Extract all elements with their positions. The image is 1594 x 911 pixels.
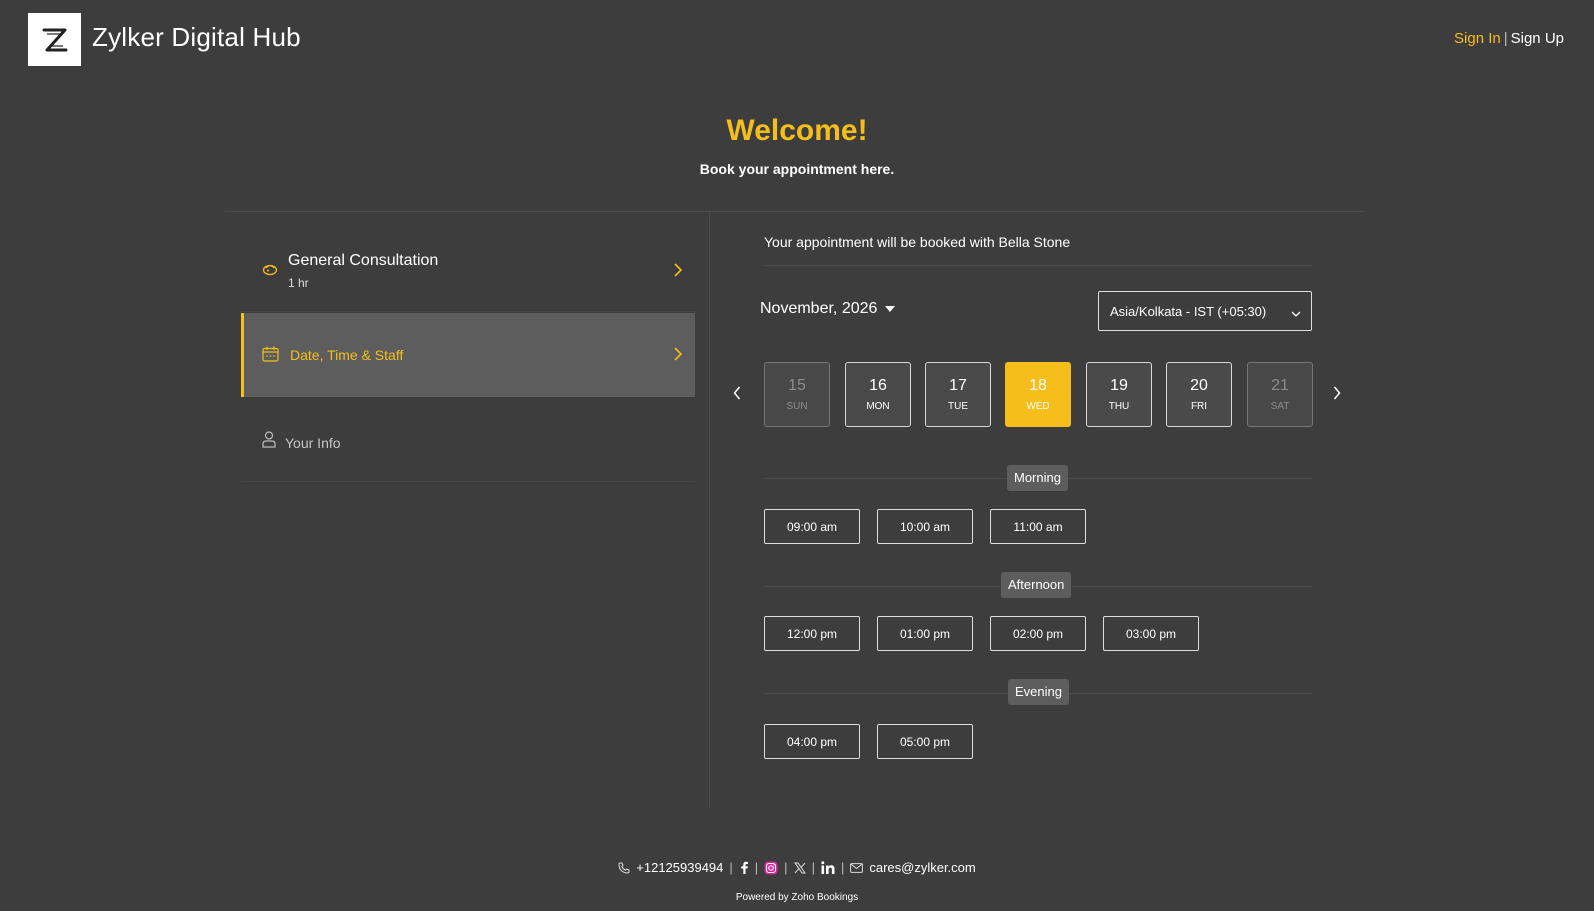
- facebook-icon[interactable]: [739, 861, 749, 874]
- step-your-info[interactable]: Your Info: [241, 400, 695, 482]
- chevron-left-icon: [733, 386, 741, 400]
- mail-icon: [850, 862, 864, 873]
- day-wednesday[interactable]: 18 WED: [1005, 362, 1071, 427]
- caret-down-icon: [885, 306, 896, 312]
- chevron-right-icon: [673, 346, 683, 367]
- day-of-week: WED: [1026, 401, 1050, 412]
- footer-separator: |: [840, 860, 845, 875]
- day-number: 15: [788, 377, 806, 394]
- auth-separator: |: [1503, 30, 1508, 47]
- next-week-button[interactable]: [1333, 386, 1341, 405]
- time-slot[interactable]: 11:00 am: [990, 509, 1086, 544]
- footer-separator: |: [811, 860, 815, 875]
- email-link[interactable]: cares@zylker.com: [869, 860, 975, 875]
- day-saturday: 21 SAT: [1247, 362, 1313, 427]
- footer-separator: |: [754, 860, 759, 875]
- time-slot[interactable]: 04:00 pm: [764, 724, 860, 759]
- staff-message: Your appointment will be booked with Bel…: [764, 234, 1071, 250]
- day-of-week: TUE: [948, 401, 968, 412]
- service-icon: [262, 262, 278, 281]
- chevron-right-icon: [673, 262, 683, 283]
- day-of-week: FRI: [1190, 401, 1208, 412]
- welcome-subtitle: Book your appointment here.: [699, 161, 895, 177]
- day-monday[interactable]: 16 MON: [845, 362, 911, 427]
- service-duration: 1 hr: [288, 276, 309, 290]
- time-slot[interactable]: 02:00 pm: [990, 616, 1086, 651]
- day-of-week: THU: [1108, 401, 1130, 412]
- brand-logo[interactable]: [28, 13, 81, 66]
- main-divider: [225, 211, 1365, 212]
- powered-by[interactable]: Powered by Zoho Bookings: [0, 892, 1594, 903]
- day-number: 21: [1271, 377, 1289, 394]
- time-slot[interactable]: 03:00 pm: [1103, 616, 1199, 651]
- chevron-down-icon: [1291, 306, 1301, 321]
- time-slot[interactable]: 01:00 pm: [877, 616, 973, 651]
- your-info-title: Your Info: [285, 435, 341, 451]
- welcome-title: Welcome!: [726, 114, 868, 147]
- day-sunday: 15 SUN: [764, 362, 830, 427]
- day-number: 20: [1190, 377, 1208, 394]
- date-time-staff-title: Date, Time & Staff: [290, 347, 404, 363]
- day-of-week: SUN: [786, 401, 808, 412]
- sign-up-link[interactable]: Sign Up: [1511, 30, 1564, 47]
- sign-in-link[interactable]: Sign In: [1454, 30, 1501, 47]
- day-number: 17: [949, 377, 967, 394]
- x-twitter-icon[interactable]: [793, 862, 806, 874]
- step-date-time-staff[interactable]: Date, Time & Staff: [241, 313, 695, 397]
- time-slot[interactable]: 05:00 pm: [877, 724, 973, 759]
- footer-separator: |: [729, 860, 733, 875]
- phone-number[interactable]: +12125939494: [636, 860, 723, 875]
- day-number: 19: [1110, 377, 1128, 394]
- day-of-week: MON: [866, 401, 890, 412]
- top-bar: Zylker Digital Hub Sign In | Sign Up: [0, 0, 1594, 80]
- timezone-select[interactable]: Asia/Kolkata - IST (+05:30): [1098, 291, 1312, 331]
- day-of-week: SAT: [1270, 401, 1290, 412]
- footer: +12125939494 | | | | | cares@zylker.com: [0, 860, 1594, 877]
- linkedin-icon[interactable]: [821, 861, 835, 874]
- time-slot[interactable]: 10:00 am: [877, 509, 973, 544]
- z-logo-icon: [42, 28, 67, 51]
- service-title: General Consultation: [288, 252, 439, 269]
- brand-name: Zylker Digital Hub: [92, 22, 301, 52]
- afternoon-label: Afternoon: [1001, 572, 1072, 598]
- month-label: November, 2026: [760, 300, 878, 317]
- user-icon: [262, 431, 276, 453]
- month-selector[interactable]: November, 2026: [760, 300, 896, 318]
- day-thursday[interactable]: 19 THU: [1086, 362, 1152, 427]
- step-service[interactable]: General Consultation 1 hr: [241, 230, 695, 312]
- day-number: 16: [869, 377, 887, 394]
- day-friday[interactable]: 20 FRI: [1166, 362, 1232, 427]
- instagram-icon[interactable]: [764, 861, 778, 875]
- previous-week-button[interactable]: [733, 386, 741, 405]
- auth-links: Sign In | Sign Up: [1454, 30, 1564, 47]
- morning-label: Morning: [1007, 465, 1068, 491]
- phone-icon: [618, 862, 630, 874]
- evening-label: Evening: [1008, 679, 1069, 705]
- right-divider: [764, 265, 1312, 266]
- footer-separator: |: [784, 860, 788, 875]
- time-slot[interactable]: 12:00 pm: [764, 616, 860, 651]
- calendar-icon: [262, 346, 279, 367]
- time-slot[interactable]: 09:00 am: [764, 509, 860, 544]
- timezone-value: Asia/Kolkata - IST (+05:30): [1110, 303, 1267, 319]
- day-tuesday[interactable]: 17 TUE: [925, 362, 991, 427]
- day-number: 18: [1029, 377, 1047, 394]
- chevron-right-icon: [1333, 386, 1341, 400]
- column-divider: [709, 212, 710, 809]
